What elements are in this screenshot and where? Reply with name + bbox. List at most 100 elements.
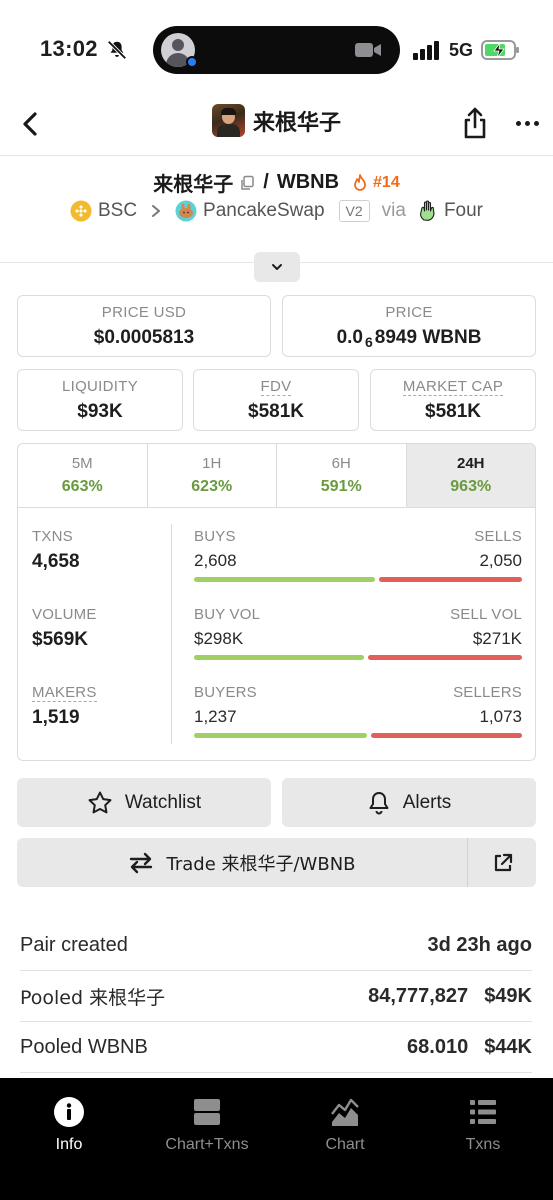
token-avatar: [211, 104, 245, 137]
dynamic-island: [153, 26, 400, 74]
watchlist-button[interactable]: Watchlist: [17, 778, 271, 827]
market-cap-label: MARKET CAP: [402, 378, 504, 396]
buyers-sellers-ratio-bar: [194, 733, 522, 738]
battery-charging-icon: [481, 40, 519, 60]
sells-value: 2,050: [479, 551, 522, 570]
tab-info[interactable]: Info: [9, 1096, 129, 1154]
tab-txns[interactable]: Txns: [423, 1096, 543, 1154]
pooled-quote-usd: $44K: [484, 1035, 532, 1058]
fire-icon: [354, 173, 366, 191]
buyers-value: 1,237: [194, 707, 237, 726]
chain-info: BSC PancakeSwap V2 via Four: [0, 200, 553, 222]
version-badge: V2: [338, 200, 370, 222]
timeframe-tabs: 5M 663% 1H 623% 6H 591% 24H 963%: [18, 444, 535, 508]
buy-vol-bar: [194, 655, 364, 660]
trending-rank[interactable]: #14: [373, 174, 400, 192]
buys-sells-ratio-bar: [194, 577, 522, 582]
pooled-base-usd: $49K: [484, 984, 532, 1007]
bottom-tab-bar: Info Chart+Txns Chart Txns: [0, 1078, 553, 1200]
pair-title: 来根华子 / WBNB #14: [0, 168, 553, 197]
tab-5m[interactable]: 5M 663%: [18, 444, 148, 507]
buy-sell-volume-stat: BUY VOL SELL VOL $298K $271K: [194, 606, 522, 660]
pooled-quote-amount: 68.010: [407, 1035, 469, 1058]
external-link-icon: [494, 853, 512, 871]
chain-name[interactable]: BSC: [98, 200, 137, 222]
expand-details-button[interactable]: [254, 252, 300, 282]
price-native-label: PRICE: [385, 304, 433, 321]
alerts-button[interactable]: Alerts: [282, 778, 536, 827]
fdv-card[interactable]: FDV $581K: [193, 369, 359, 431]
market-cap-card[interactable]: MARKET CAP $581K: [370, 369, 536, 431]
status-bar: 13:02 5G: [0, 0, 553, 100]
split-view-icon: [194, 1099, 220, 1125]
swap-arrows-icon: [130, 852, 153, 873]
open-external-button[interactable]: [469, 838, 536, 887]
price-usd-label: PRICE USD: [101, 304, 187, 321]
launchpad-name[interactable]: Four: [444, 200, 483, 222]
price-usd-value: $0.0005813: [93, 327, 195, 348]
tab-chart-txns[interactable]: Chart+Txns: [147, 1096, 267, 1154]
buyers-sellers-stat: BUYERS SELLERS 1,237 1,073: [194, 684, 522, 738]
network-type: 5G: [449, 40, 474, 60]
bell-icon: [369, 791, 389, 814]
volume-stat: VOLUME $569K: [32, 606, 97, 650]
trade-button[interactable]: Trade 来根华子/WBNB: [17, 838, 468, 887]
list-icon: [470, 1100, 496, 1124]
copy-icon[interactable]: [239, 175, 255, 191]
sellers-bar: [371, 733, 522, 738]
buys-bar: [194, 577, 376, 582]
nav-header: 来根华子: [0, 100, 553, 156]
buys-sells-stat: BUYS SELLS 2,608 2,050: [194, 528, 522, 582]
market-cap-value: $581K: [425, 401, 481, 422]
buys-value: 2,608: [194, 551, 237, 570]
pooled-quote-row: Pooled WBNB 68.010 $44K: [20, 1022, 532, 1073]
buy-sell-volume-ratio-bar: [194, 655, 522, 660]
pancakeswap-icon: [175, 200, 197, 222]
sells-bar: [379, 577, 522, 582]
four-launchpad-icon: [420, 200, 435, 221]
messenger-badge-icon: [186, 56, 198, 68]
bsc-chain-icon: [70, 200, 92, 222]
sell-vol-value: $271K: [472, 629, 522, 648]
pair-quote-token: WBNB: [276, 171, 340, 193]
video-camera-icon: [355, 43, 381, 57]
page-title: 来根华子: [252, 110, 341, 136]
area-chart-icon: [331, 1098, 359, 1126]
txns-stat: TXNS 4,658: [32, 528, 80, 572]
via-label: via: [381, 200, 406, 221]
pair-base-token: 来根华子: [153, 172, 234, 196]
chevron-down-icon: [272, 264, 282, 270]
fdv-value: $581K: [248, 401, 304, 422]
liquidity-label: LIQUIDITY: [61, 378, 139, 395]
pair-separator: /: [263, 171, 269, 193]
star-icon: [88, 791, 112, 813]
tab-6h[interactable]: 6H 591%: [277, 444, 407, 507]
tab-24h[interactable]: 24H 963%: [406, 444, 535, 507]
chevron-right-icon: [152, 205, 161, 217]
price-native-value: 0.0 6 8949 WBNB: [336, 327, 482, 350]
share-icon[interactable]: [460, 106, 490, 140]
pooled-base-row: Pooled 来根华子 84,777,827 $49K: [20, 971, 532, 1022]
signal-icon: [413, 41, 439, 60]
more-options-button[interactable]: [512, 106, 542, 140]
makers-stat[interactable]: MAKERS 1,519: [32, 684, 97, 729]
info-icon: [54, 1097, 84, 1127]
buy-vol-value: $298K: [194, 629, 244, 648]
pooled-base-amount: 84,777,827: [368, 984, 469, 1007]
tab-1h[interactable]: 1H 623%: [148, 444, 277, 507]
more-dots-icon: [515, 120, 521, 126]
timeframe-stats-panel: 5M 663% 1H 623% 6H 591% 24H 963% TXNS 4,…: [17, 443, 536, 761]
pair-created-row: Pair created 3d 23h ago: [20, 920, 532, 971]
price-native-card: PRICE 0.0 6 8949 WBNB: [282, 295, 536, 357]
stats-divider: [171, 524, 172, 744]
tab-chart[interactable]: Chart: [285, 1096, 405, 1154]
sellers-value: 1,073: [479, 707, 522, 726]
trade-button-group: Trade 来根华子/WBNB: [17, 838, 536, 887]
bell-muted-icon: [107, 40, 127, 60]
pooled-base-label: Pooled 来根华子: [20, 986, 166, 1009]
liquidity-card: LIQUIDITY $93K: [17, 369, 183, 431]
status-time: 13:02: [40, 36, 98, 61]
price-usd-card: PRICE USD $0.0005813: [17, 295, 271, 357]
buyers-bar: [194, 733, 368, 738]
dex-name[interactable]: PancakeSwap: [203, 200, 324, 222]
